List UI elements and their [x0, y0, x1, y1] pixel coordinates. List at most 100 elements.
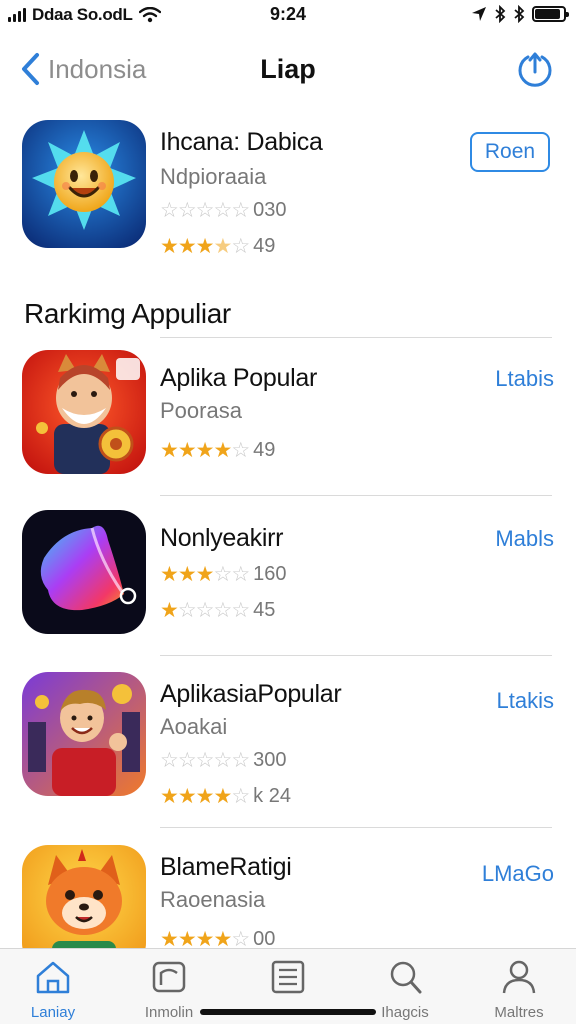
- app-rating-count: 49: [253, 439, 276, 461]
- star-icon: ☆: [213, 199, 232, 222]
- open-button[interactable]: Roen: [470, 132, 550, 172]
- featured-app-name: Ihcana: Dabica: [160, 128, 323, 156]
- featured-rating-count-1: 030: [253, 199, 287, 221]
- section-title: Rarkimg Appuliar: [24, 298, 231, 329]
- star-icon: ☆: [231, 439, 250, 462]
- refresh-button[interactable]: [516, 50, 554, 95]
- location-arrow-icon: [472, 7, 486, 21]
- app-name: AplikasiaPopular: [160, 680, 342, 708]
- list-item[interactable]: AplikasiaPopular Aoakai ☆ ☆ ☆ ☆ ☆ 300 ★ ★ ★ ★ ☆ …: [22, 672, 554, 808]
- home-indicator: [200, 1009, 376, 1015]
- status-right: [471, 5, 569, 23]
- app-rating-row: ☆ ☆ ☆ ☆ ☆ 300: [160, 748, 287, 773]
- tab-profile[interactable]: Maltres: [464, 959, 574, 1021]
- divider: [160, 495, 552, 496]
- star-rating-icon: ★ ★ ★ ★ ☆: [160, 234, 250, 259]
- star-rating-icon: ☆ ☆ ☆ ☆ ☆: [160, 748, 250, 773]
- star-icon: ☆: [231, 599, 250, 622]
- app-subtitle: Aoakai: [160, 714, 228, 739]
- app-action-link[interactable]: Ltakis: [497, 688, 554, 714]
- tab-label: Maltres: [494, 1004, 544, 1021]
- list-item[interactable]: Aplika Popular Poorasa ★ ★ ★ ★ ☆ 49 Ltabis: [22, 350, 554, 478]
- star-icon: ☆: [231, 199, 250, 222]
- star-rating-icon: ★ ☆ ☆ ☆ ☆: [160, 598, 250, 623]
- app-action-link[interactable]: Mabls: [495, 526, 554, 552]
- app-rating-row: ★ ★ ★ ★ ☆ 49: [160, 438, 275, 463]
- star-icon: ☆: [160, 749, 179, 772]
- app-rating-count: 160: [253, 563, 287, 585]
- refresh-icon: [518, 52, 552, 87]
- house-icon: [36, 961, 70, 994]
- star-icon: ★: [160, 599, 179, 622]
- app-rating-count: 45: [253, 599, 276, 621]
- sun-app-icon: [22, 120, 146, 248]
- star-icon: ☆: [213, 563, 232, 586]
- star-icon: ☆: [195, 599, 215, 622]
- app-rating-row: ★ ☆ ☆ ☆ ☆ 45: [160, 598, 275, 623]
- featured-rating-count-2: 49: [253, 235, 276, 257]
- divider: [160, 337, 552, 338]
- app-action-link[interactable]: LMaGo: [482, 861, 554, 887]
- star-icon: ★: [177, 235, 197, 258]
- tab-list[interactable]: [233, 959, 343, 1004]
- app-name: Nonlyeakirr: [160, 524, 284, 552]
- search-icon: [390, 961, 422, 994]
- app-rating-row: ★ ★ ★ ☆ ☆ 160: [160, 562, 287, 587]
- star-icon: ★: [195, 439, 215, 462]
- featured-rating-row-2: ★ ★ ★ ★ ☆ 49: [160, 234, 275, 259]
- star-icon: ★: [195, 235, 215, 258]
- star-icon: ★: [177, 439, 197, 462]
- app-rating-row: ★ ★ ★ ★ ☆ k 24: [160, 784, 291, 809]
- star-icon: ☆: [177, 749, 197, 772]
- character-app-icon: [22, 350, 146, 474]
- star-icon: ☆: [213, 599, 232, 622]
- bluetooth-icon: [514, 5, 525, 23]
- app-name: BlameRatigi: [160, 853, 292, 881]
- star-icon: ☆: [195, 199, 215, 222]
- star-rating-icon: ★ ★ ★ ★ ☆: [160, 438, 250, 463]
- app-action-link[interactable]: Ltabis: [495, 366, 554, 392]
- featured-app[interactable]: Ihcana: Dabica Ndpioraaia ☆ ☆ ☆ ☆ ☆ 030 ★ ★ ★ ★…: [22, 120, 554, 260]
- star-rating-icon: ★ ★ ★ ★ ☆: [160, 784, 250, 809]
- star-icon: ☆: [213, 749, 232, 772]
- star-icon: ☆: [231, 785, 250, 808]
- star-icon: ★: [160, 563, 179, 586]
- star-icon: ☆: [177, 199, 197, 222]
- divider: [160, 827, 552, 828]
- tab-bar: Laniay Inmolin Ihagcis Maltres: [0, 948, 576, 1024]
- hero-app-icon: [22, 672, 146, 796]
- star-rating-icon: ★ ★ ★ ☆ ☆: [160, 562, 250, 587]
- battery-icon: [532, 6, 569, 22]
- star-icon: ★: [213, 439, 232, 462]
- star-icon: ★: [195, 785, 215, 808]
- star-icon: ☆: [231, 749, 250, 772]
- app-rating-count: k 24: [253, 785, 291, 807]
- status-bar: Ddaa So.odL 9:24: [0, 0, 576, 30]
- featured-app-subtitle: Ndpioraaia: [160, 164, 267, 189]
- featured-rating-row-1: ☆ ☆ ☆ ☆ ☆ 030: [160, 198, 287, 223]
- star-icon: ★: [160, 439, 179, 462]
- star-icon: ★: [213, 235, 232, 258]
- star-icon: ★: [160, 785, 179, 808]
- bluetooth-icon: [495, 5, 506, 23]
- star-icon: ☆: [177, 599, 197, 622]
- app-name: Aplika Popular: [160, 364, 318, 392]
- divider: [160, 655, 552, 656]
- apps-icon: [152, 961, 186, 993]
- nav-bar: Indonsia Liap: [0, 46, 576, 94]
- star-icon: ★: [177, 785, 197, 808]
- app-rating-count: 300: [253, 749, 287, 771]
- tab-home[interactable]: Laniay: [0, 959, 108, 1021]
- page-title: Liap: [260, 54, 316, 84]
- star-icon: ☆: [195, 749, 215, 772]
- abstract-app-icon: [22, 510, 146, 634]
- list-icon: [271, 960, 305, 994]
- tab-label: Laniay: [30, 1004, 76, 1021]
- star-icon: ☆: [231, 563, 250, 586]
- star-rating-icon: ☆ ☆ ☆ ☆ ☆: [160, 198, 250, 223]
- app-subtitle: Poorasa: [160, 398, 242, 423]
- star-icon: ★: [177, 563, 197, 586]
- list-item[interactable]: Nonlyeakirr ★ ★ ★ ☆ ☆ 160 ★ ☆ ☆ ☆ ☆ 45 Mabls: [22, 510, 554, 638]
- star-icon: ★: [213, 785, 232, 808]
- star-icon: ☆: [231, 235, 250, 258]
